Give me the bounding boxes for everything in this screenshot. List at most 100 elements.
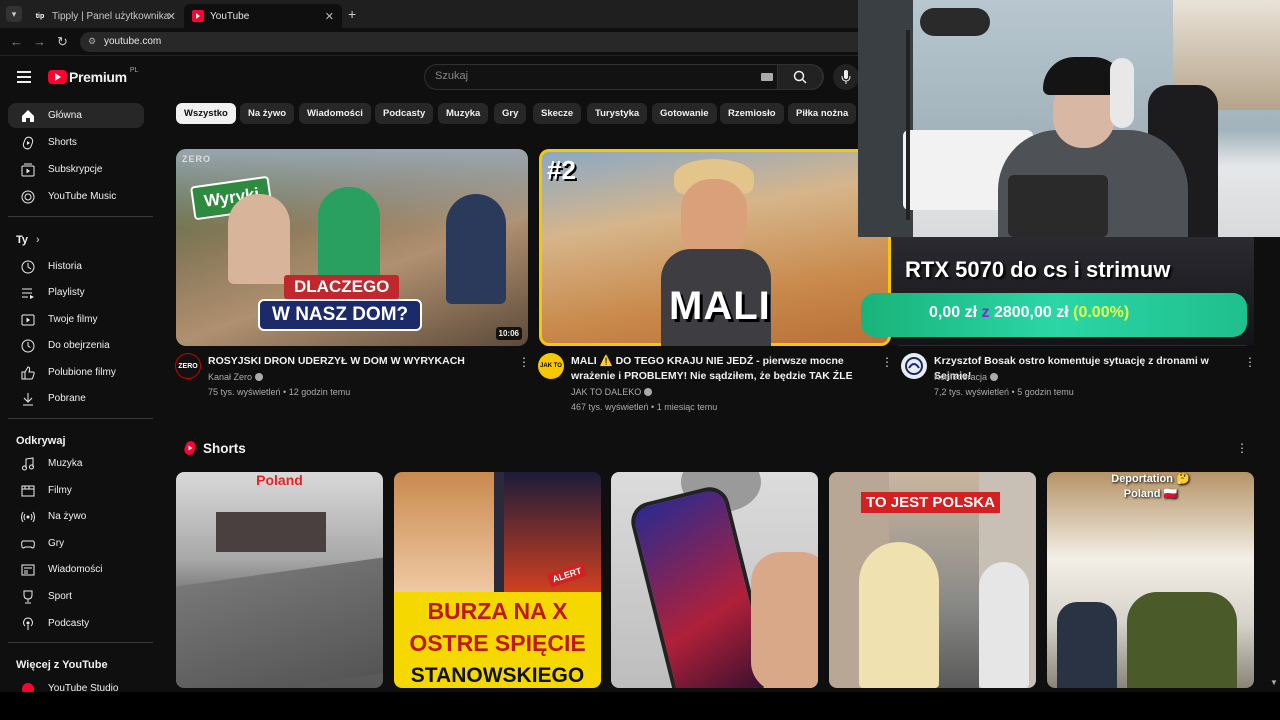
channel-avatar[interactable]: ZERO — [175, 353, 201, 379]
sidebar-heading-label: Ty — [16, 234, 29, 246]
sidebar-item-gaming[interactable]: Gry — [8, 531, 144, 556]
reload-icon[interactable]: ↻ — [57, 34, 68, 50]
sidebar-item-history[interactable]: Historia — [8, 254, 144, 279]
short-thumbnail[interactable]: TO JEST POLSKA — [829, 472, 1036, 688]
youtube-premium-logo[interactable]: Premium PL — [48, 67, 138, 85]
more-options-icon[interactable]: ⋮ — [1244, 355, 1256, 369]
video-thumbnail[interactable]: #2 MALI — [539, 149, 891, 346]
chip-football[interactable]: Piłka nożna — [788, 103, 857, 124]
voice-search-button[interactable] — [833, 64, 859, 90]
channel-name-text: Konfederacja — [934, 372, 988, 382]
close-tab-icon[interactable]: ✕ — [167, 10, 176, 23]
search-icon — [793, 70, 807, 84]
sidebar-item-label: Główna — [48, 110, 82, 121]
chip-tourism[interactable]: Turystyka — [587, 103, 648, 124]
sidebar-item-home[interactable]: Główna — [8, 103, 144, 128]
forward-icon[interactable]: → — [33, 34, 46, 49]
sidebar-item-label: Twoje filmy — [48, 314, 98, 325]
channel-avatar[interactable] — [901, 353, 927, 379]
channel-avatar[interactable]: JAK TO — [538, 353, 564, 379]
close-tab-icon[interactable]: ✕ — [325, 10, 334, 23]
browser-tab-tipply[interactable]: tip Tipply | Panel użytkownika ✕ — [26, 4, 184, 28]
tab-search-button[interactable]: ▾ — [6, 6, 22, 22]
chip-cooking[interactable]: Gotowanie — [652, 103, 717, 124]
chip-crafts[interactable]: Rzemiosło — [720, 103, 784, 124]
sidebar-item-liked-videos[interactable]: Polubione filmy — [8, 360, 144, 385]
sidebar-item-label: Pobrane — [48, 393, 86, 404]
thumbnail-caption: DLACZEGO — [284, 275, 400, 299]
channel-name[interactable]: JAK TO DALEKO — [571, 387, 653, 397]
search-box[interactable] — [424, 64, 824, 90]
sidebar-item-movies[interactable]: Filmy — [8, 478, 144, 503]
music-note-icon — [8, 456, 48, 471]
new-tab-icon[interactable]: + — [348, 6, 356, 22]
verified-icon — [644, 388, 653, 396]
sidebar-item-downloads[interactable]: Pobrane — [8, 386, 144, 411]
chip-podcasts[interactable]: Podcasty — [375, 103, 434, 124]
video-title[interactable]: MALI ⚠️ DO TEGO KRAJU NIE JEDŹ - pierwsz… — [571, 354, 871, 384]
video-stats: 75 tys. wyświetleń • 12 godzin temu — [208, 387, 351, 397]
taskbar — [0, 692, 1280, 720]
scroll-down-icon[interactable]: ▼ — [1270, 678, 1278, 687]
channel-name-text: JAK TO DALEKO — [571, 387, 642, 397]
chip-music[interactable]: Muzyka — [438, 103, 489, 124]
youtube-logo-icon — [48, 70, 67, 84]
sidebar-item-podcasts[interactable]: Podcasty — [8, 611, 144, 636]
short-thumbnail[interactable]: ALERT BURZA NA X OSTRE SPIĘCIE STANOWSKI… — [394, 472, 601, 688]
sidebar-item-sport[interactable]: Sport — [8, 584, 144, 609]
short-caption: TO JEST POLSKA — [861, 492, 1000, 513]
sidebar-you-heading[interactable]: Ty › — [16, 234, 40, 246]
shorts-icon — [8, 136, 48, 150]
video-title[interactable]: ROSYJSKI DRON UDERZYŁ W DOM W WYRYKACH — [208, 354, 508, 369]
sidebar-item-live[interactable]: Na żywo — [8, 504, 144, 529]
site-info-icon[interactable]: ⚙ — [88, 36, 96, 47]
video-stats: 467 tys. wyświetleń • 1 miesiąc temu — [571, 402, 718, 412]
sidebar-item-label: Na żywo — [48, 511, 87, 522]
verified-icon — [990, 373, 999, 381]
chip-news[interactable]: Wiadomości — [299, 103, 371, 124]
thumbnail-caption: #2 — [547, 155, 576, 185]
short-caption: Poland 🇵🇱 — [1123, 488, 1178, 500]
more-options-icon[interactable]: ⋮ — [518, 355, 530, 369]
browser-tab-youtube[interactable]: YouTube ✕ — [184, 4, 342, 28]
news-icon — [8, 563, 48, 577]
konfederacja-logo-icon — [905, 357, 923, 375]
logo-text: Premium — [69, 69, 127, 85]
menu-icon[interactable] — [17, 71, 31, 83]
more-options-icon[interactable]: ⋮ — [881, 355, 893, 369]
youtube-favicon-icon — [192, 10, 204, 22]
tab-title: Tipply | Panel użytkownika — [52, 10, 170, 22]
short-thumbnail[interactable]: Poland — [176, 472, 383, 688]
sidebar-item-playlists[interactable]: Playlisty — [8, 280, 144, 305]
sidebar-item-news[interactable]: Wiadomości — [8, 557, 144, 582]
short-thumbnail[interactable] — [611, 472, 818, 688]
sidebar-item-label: Shorts — [48, 137, 77, 148]
sidebar-explore-heading: Odkrywaj — [16, 435, 66, 447]
back-icon[interactable]: ← — [10, 34, 23, 49]
channel-name[interactable]: Kanał Zero — [208, 372, 264, 382]
short-thumbnail[interactable]: Deportation 🤔 Poland 🇵🇱 — [1047, 472, 1254, 688]
sidebar-divider — [8, 216, 153, 217]
avatar-label: JAK TO — [540, 363, 562, 369]
sidebar-item-subscriptions[interactable]: Subskrypcje — [8, 157, 144, 182]
like-icon — [8, 365, 48, 380]
channel-name[interactable]: Konfederacja — [934, 372, 999, 382]
video-thumbnail[interactable]: ZERO Wyryki DLACZEGO W NASZ DOM? 10:06 — [176, 149, 528, 346]
sidebar-item-your-videos[interactable]: Twoje filmy — [8, 307, 144, 332]
sidebar-item-youtube-music[interactable]: YouTube Music — [8, 184, 144, 209]
keyboard-icon[interactable] — [761, 73, 773, 81]
sidebar-item-label: Muzyka — [48, 458, 83, 469]
chip-live[interactable]: Na żywo — [240, 103, 295, 124]
sidebar-item-watch-later[interactable]: Do obejrzenia — [8, 333, 144, 358]
sidebar-item-shorts[interactable]: Shorts — [8, 130, 144, 155]
channel-name-text: Kanał Zero — [208, 372, 253, 382]
sidebar-item-music[interactable]: Muzyka — [8, 451, 144, 476]
url-field[interactable]: ⚙ youtube.com — [80, 32, 880, 52]
more-options-icon[interactable]: ⋮ — [1236, 441, 1248, 455]
search-input[interactable] — [435, 70, 735, 82]
shorts-logo-icon — [184, 441, 196, 455]
chip-all[interactable]: Wszystko — [176, 103, 236, 124]
search-button[interactable] — [777, 64, 823, 90]
chip-gaming[interactable]: Gry — [494, 103, 527, 124]
chip-sketches[interactable]: Skecze — [533, 103, 582, 124]
